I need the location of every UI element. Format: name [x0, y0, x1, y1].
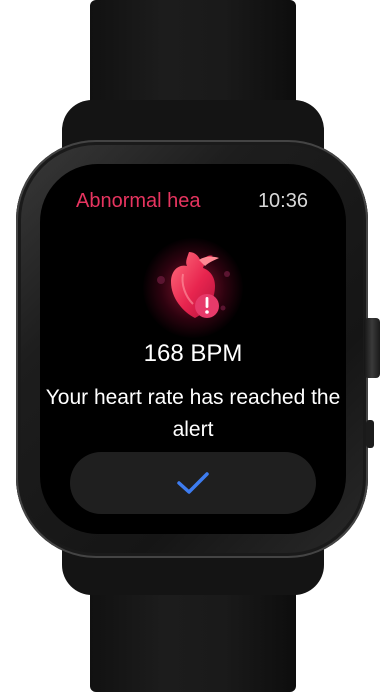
watch-screen: Abnormal hea 10:36 168 BPM Your heart ra…	[40, 164, 346, 534]
checkmark-icon	[177, 472, 209, 494]
watch-side-button[interactable]	[366, 420, 374, 448]
watch-crown[interactable]	[364, 318, 380, 378]
heart-rate-value: 168 BPM	[143, 340, 243, 367]
confirm-button[interactable]	[70, 452, 316, 514]
clock-time: 10:36	[257, 190, 308, 212]
alert-title: Abnormal hea	[76, 190, 201, 212]
heart-alert-icon	[143, 238, 243, 338]
alert-message: Your heart rate has reached the alert	[45, 386, 341, 441]
